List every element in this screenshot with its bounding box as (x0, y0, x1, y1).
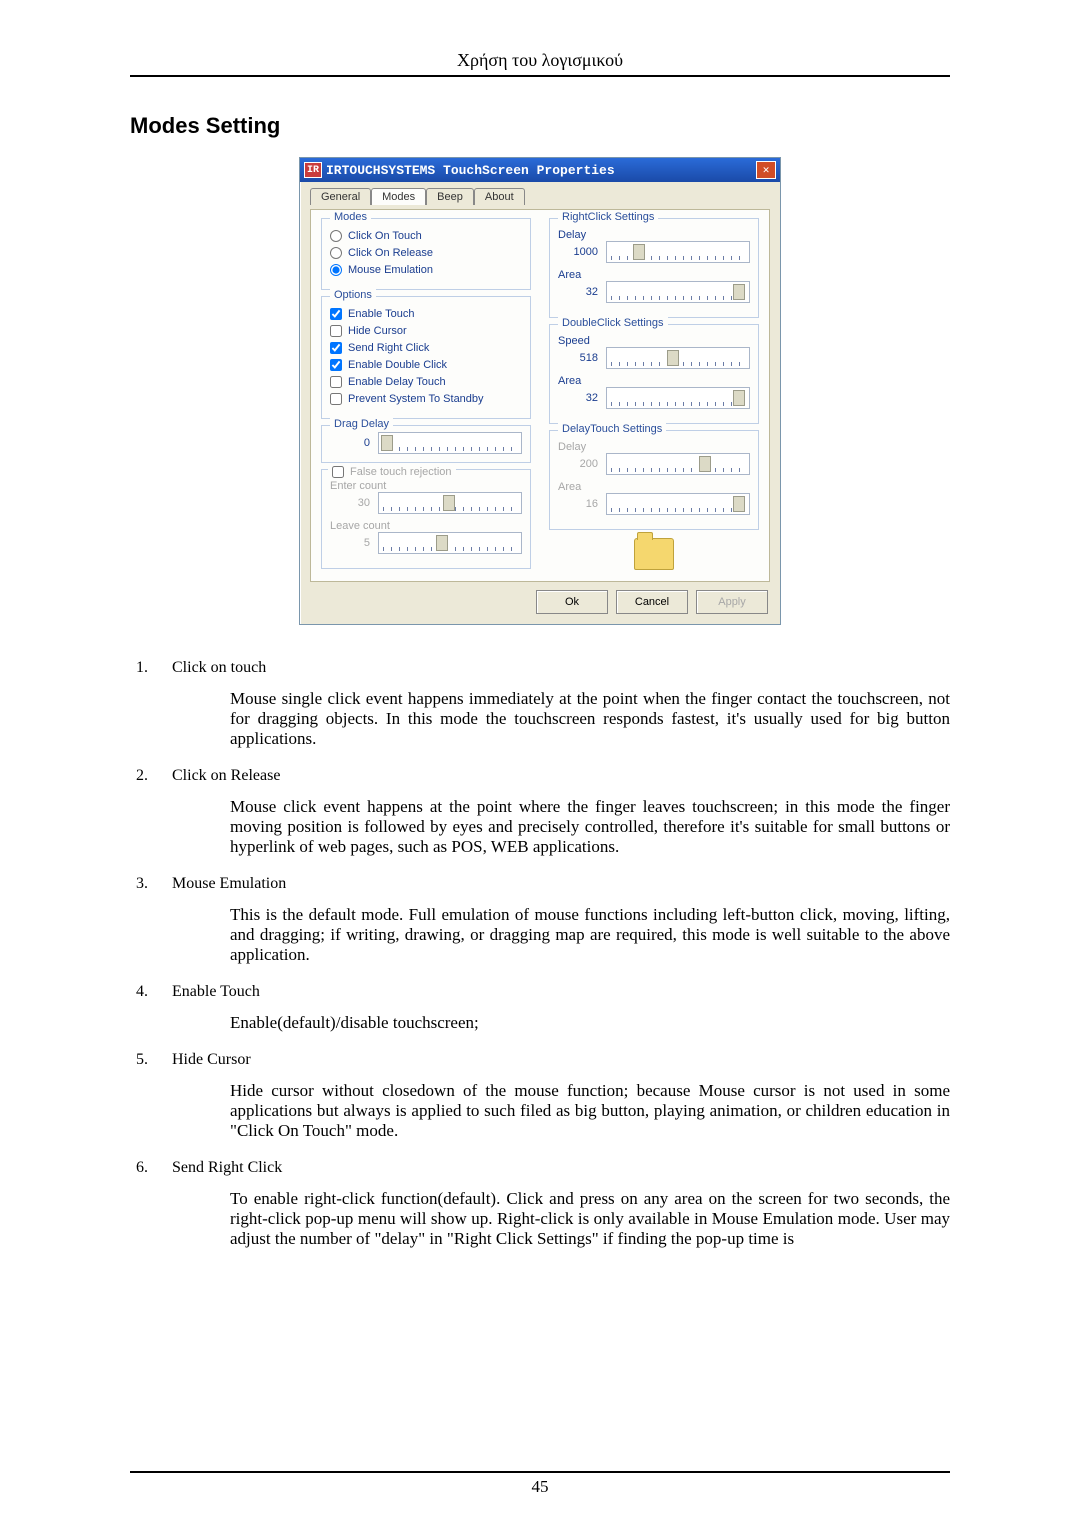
group-delaytouch: DelayTouch Settings Delay 200 Area (549, 430, 759, 530)
group-false-touch: False touch rejection Enter count 30 (321, 469, 531, 569)
window-title: IRTOUCHSYSTEMS TouchScreen Properties (326, 163, 615, 178)
list-item-number: 5. (130, 1051, 148, 1069)
list-item-body: Mouse click event happens at the point w… (230, 797, 950, 857)
drag-delay-slider[interactable] (378, 432, 522, 454)
tab-general[interactable]: General (310, 188, 371, 205)
delaytouch-delay-value: 200 (558, 458, 598, 470)
radio-click-on-touch[interactable]: Click On Touch (330, 230, 522, 242)
radio-click-on-release[interactable]: Click On Release (330, 247, 522, 259)
list-item-title: Hide Cursor (172, 1051, 950, 1069)
group-modes-legend: Modes (330, 211, 371, 223)
delaytouch-delay-label: Delay (558, 441, 750, 453)
group-doubleclick-legend: DoubleClick Settings (558, 317, 668, 329)
group-modes: Modes Click On Touch Click On Release Mo… (321, 218, 531, 290)
list-item: 6. Send Right Click (130, 1159, 950, 1177)
group-drag-delay: Drag Delay 0 (321, 425, 531, 463)
group-rightclick-legend: RightClick Settings (558, 211, 658, 223)
running-head: Χρήση του λογισμικού (130, 50, 950, 77)
doubleclick-speed-label: Speed (558, 335, 750, 347)
doubleclick-speed-slider[interactable] (606, 347, 750, 369)
list-item: 1. Click on touch (130, 659, 950, 677)
group-delaytouch-legend: DelayTouch Settings (558, 423, 666, 435)
doubleclick-area-label: Area (558, 375, 750, 387)
doubleclick-area-value: 32 (558, 392, 598, 404)
list-item-body: Mouse single click event happens immedia… (230, 689, 950, 749)
check-false-touch-rejection[interactable]: False touch rejection (328, 466, 456, 478)
check-hide-cursor[interactable]: Hide Cursor (330, 325, 522, 337)
tab-beep[interactable]: Beep (426, 188, 474, 205)
list-item: 3. Mouse Emulation (130, 875, 950, 893)
list-item-number: 6. (130, 1159, 148, 1177)
delaytouch-area-value: 16 (558, 498, 598, 510)
page-number: 45 (532, 1477, 549, 1496)
list-item-title: Click on Release (172, 767, 950, 785)
list-item-body: To enable right-click function(default).… (230, 1189, 950, 1249)
group-rightclick: RightClick Settings Delay 1000 Are (549, 218, 759, 318)
check-enable-touch[interactable]: Enable Touch (330, 308, 522, 320)
list-item-title: Mouse Emulation (172, 875, 950, 893)
group-options-legend: Options (330, 289, 376, 301)
enter-count-slider (378, 492, 522, 514)
rightclick-area-value: 32 (558, 286, 598, 298)
tab-about[interactable]: About (474, 188, 525, 205)
delaytouch-area-slider (606, 493, 750, 515)
section-title: Modes Setting (130, 113, 950, 139)
list-item-number: 3. (130, 875, 148, 893)
rightclick-delay-label: Delay (558, 229, 750, 241)
tabstrip: General Modes Beep About (310, 188, 770, 205)
delaytouch-area-label: Area (558, 481, 750, 493)
doubleclick-area-slider[interactable] (606, 387, 750, 409)
check-send-right-click[interactable]: Send Right Click (330, 342, 522, 354)
list-item: 5. Hide Cursor (130, 1051, 950, 1069)
group-options: Options Enable Touch Hide Cursor Send Ri… (321, 296, 531, 419)
list-item-number: 2. (130, 767, 148, 785)
list-item-number: 4. (130, 983, 148, 1001)
app-icon: IR (304, 162, 322, 178)
delaytouch-delay-slider (606, 453, 750, 475)
tab-modes[interactable]: Modes (371, 188, 426, 205)
list-item-body: Enable(default)/disable touchscreen; (230, 1013, 950, 1033)
group-doubleclick: DoubleClick Settings Speed 518 Are (549, 324, 759, 424)
list-item-title: Enable Touch (172, 983, 950, 1001)
list-item-number: 1. (130, 659, 148, 677)
drag-delay-value: 0 (330, 437, 370, 449)
rightclick-delay-value: 1000 (558, 246, 598, 258)
enter-count-label: Enter count (330, 480, 522, 492)
list-item-title: Send Right Click (172, 1159, 950, 1177)
apply-button[interactable]: Apply (696, 590, 768, 614)
rightclick-delay-slider[interactable] (606, 241, 750, 263)
close-icon[interactable]: ✕ (756, 161, 776, 179)
leave-count-label: Leave count (330, 520, 522, 532)
rightclick-area-label: Area (558, 269, 750, 281)
radio-mouse-emulation[interactable]: Mouse Emulation (330, 264, 522, 276)
cancel-button[interactable]: Cancel (616, 590, 688, 614)
group-drag-delay-legend: Drag Delay (330, 418, 393, 430)
list-item: 4. Enable Touch (130, 983, 950, 1001)
folder-icon (634, 538, 674, 570)
check-prevent-standby[interactable]: Prevent System To Standby (330, 393, 522, 405)
leave-count-value: 5 (330, 537, 370, 549)
titlebar: IR IRTOUCHSYSTEMS TouchScreen Properties… (300, 158, 780, 182)
list-item-title: Click on touch (172, 659, 950, 677)
check-enable-double-click[interactable]: Enable Double Click (330, 359, 522, 371)
list-item: 2. Click on Release (130, 767, 950, 785)
properties-dialog: IR IRTOUCHSYSTEMS TouchScreen Properties… (299, 157, 781, 625)
doubleclick-speed-value: 518 (558, 352, 598, 364)
ok-button[interactable]: Ok (536, 590, 608, 614)
enter-count-value: 30 (330, 497, 370, 509)
leave-count-slider (378, 532, 522, 554)
page-footer: 45 (130, 1471, 950, 1497)
list-item-body: Hide cursor without closedown of the mou… (230, 1081, 950, 1141)
check-enable-delay-touch[interactable]: Enable Delay Touch (330, 376, 522, 388)
rightclick-area-slider[interactable] (606, 281, 750, 303)
list-item-body: This is the default mode. Full emulation… (230, 905, 950, 965)
